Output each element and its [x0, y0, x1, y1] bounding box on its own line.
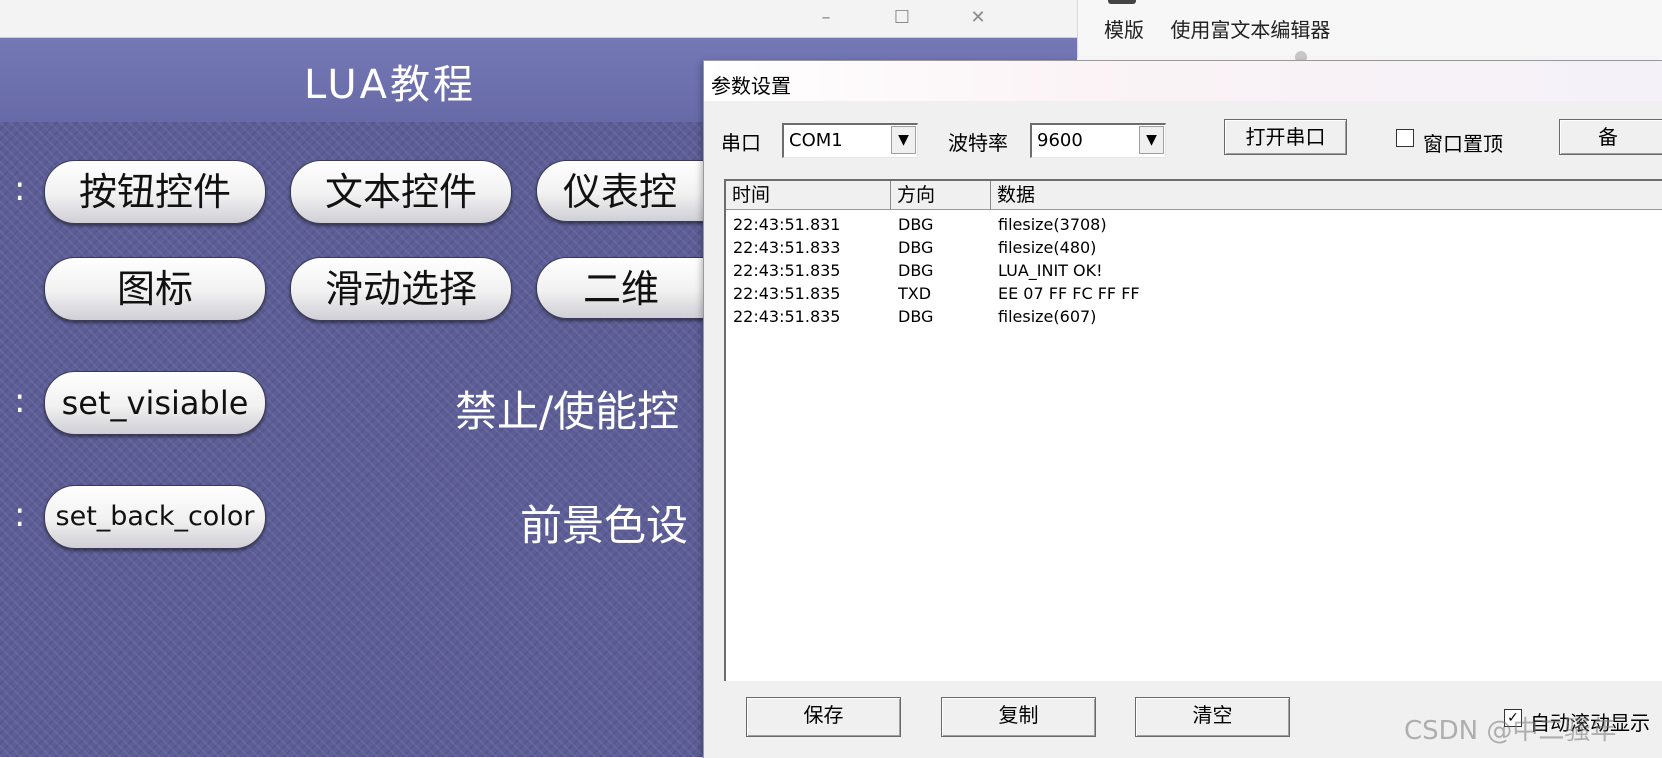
row-colon: :	[14, 381, 26, 421]
log-data: filesize(480)	[998, 238, 1097, 257]
topmost-label: 窗口置顶	[1423, 132, 1503, 156]
app-titlebar: – ☐ ✕	[0, 0, 1077, 38]
dropdown-arrow-icon[interactable]: ▼	[891, 126, 916, 154]
log-row[interactable]: 22:43:51.835 DBG LUA_INIT OK!	[726, 259, 1662, 282]
set-visiable-pill[interactable]: set_visiable	[44, 371, 266, 435]
log-header: 时间 方向 数据	[726, 181, 1662, 210]
log-time: 22:43:51.835	[733, 307, 841, 326]
foreground-color-caption: 前景色设	[520, 501, 689, 550]
editor-menu: 模版 使用富文本编辑器	[1104, 14, 1350, 43]
log-direction: DBG	[898, 238, 934, 257]
baud-rate-label: 波特率	[948, 131, 1008, 155]
log-direction: DBG	[898, 307, 934, 326]
slide-select-pill[interactable]: 滑动选择	[290, 257, 512, 321]
log-time: 22:43:51.833	[733, 238, 841, 257]
port-select[interactable]: COM1 ▼	[782, 123, 918, 158]
baud-rate-value: 9600	[1037, 130, 1083, 151]
dialog-title: 参数设置	[711, 74, 791, 98]
row-colon: :	[14, 495, 26, 535]
log-row[interactable]: 22:43:51.833 DBG filesize(480)	[726, 236, 1662, 259]
log-row[interactable]: 22:43:51.831 DBG filesize(3708)	[726, 213, 1662, 236]
app-icon	[1108, 0, 1136, 4]
column-time[interactable]: 时间	[726, 181, 891, 209]
column-direction[interactable]: 方向	[891, 181, 991, 209]
log-data: filesize(3708)	[998, 215, 1107, 234]
enable-disable-caption: 禁止/使能控	[455, 387, 680, 436]
port-value: COM1	[789, 130, 843, 151]
log-row[interactable]: 22:43:51.835 TXD EE 07 FF FC FF FF	[726, 282, 1662, 305]
serial-log-list[interactable]: 时间 方向 数据 22:43:51.831 DBG filesize(3708)…	[724, 179, 1662, 681]
log-direction: DBG	[898, 261, 934, 280]
log-data: LUA_INIT OK!	[998, 261, 1103, 280]
button-control-pill[interactable]: 按钮控件	[44, 160, 266, 224]
lcd-title: LUA教程	[304, 62, 476, 108]
menu-item-rich-text-editor[interactable]: 使用富文本编辑器	[1170, 18, 1330, 42]
icon-pill[interactable]: 图标	[44, 257, 266, 321]
log-data: filesize(607)	[998, 307, 1097, 326]
copy-button[interactable]: 复制	[941, 697, 1096, 737]
save-button[interactable]: 保存	[746, 697, 901, 737]
topmost-checkbox[interactable]	[1396, 129, 1414, 147]
log-direction: TXD	[898, 284, 932, 303]
close-button[interactable]: ✕	[958, 4, 998, 32]
clear-button[interactable]: 清空	[1135, 697, 1290, 737]
open-port-button[interactable]: 打开串口	[1224, 119, 1347, 155]
maximize-button[interactable]: ☐	[882, 4, 922, 32]
log-time: 22:43:51.831	[733, 215, 841, 234]
dialog-titlebar[interactable]: 参数设置	[704, 61, 1662, 101]
csdn-watermark: CSDN @中二骚年	[1404, 716, 1617, 746]
row-colon: :	[14, 169, 26, 209]
port-label: 串口	[721, 131, 761, 155]
parameter-settings-dialog: 参数设置 串口 COM1 ▼ 波特率 9600 ▼ 打开串口 窗口置顶 备 时间…	[703, 60, 1662, 758]
menu-item-template[interactable]: 模版	[1104, 18, 1144, 42]
column-data[interactable]: 数据	[991, 181, 1662, 209]
baud-rate-select[interactable]: 9600 ▼	[1030, 123, 1166, 158]
set-back-color-pill[interactable]: set_back_color	[44, 485, 266, 549]
editor-window-strip: 模版 使用富文本编辑器	[1077, 0, 1662, 63]
log-time: 22:43:51.835	[733, 284, 841, 303]
minimize-button[interactable]: –	[806, 4, 846, 32]
log-data: EE 07 FF FC FF FF	[998, 284, 1140, 303]
extra-button[interactable]: 备	[1559, 119, 1662, 155]
log-time: 22:43:51.835	[733, 261, 841, 280]
log-direction: DBG	[898, 215, 934, 234]
dropdown-arrow-icon[interactable]: ▼	[1139, 126, 1164, 154]
text-control-pill[interactable]: 文本控件	[290, 160, 512, 224]
log-row[interactable]: 22:43:51.835 DBG filesize(607)	[726, 305, 1662, 328]
